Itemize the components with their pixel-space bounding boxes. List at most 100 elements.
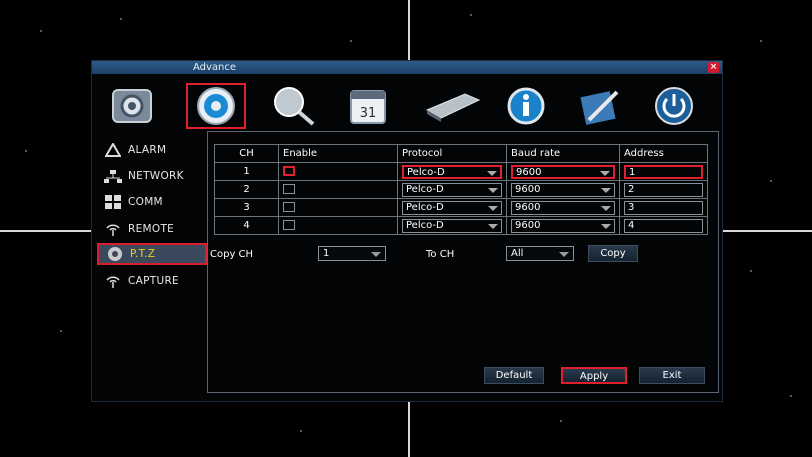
protocol-select[interactable]: Pelco-D xyxy=(402,182,502,197)
toolbar-schedule-button[interactable]: 31 xyxy=(338,83,398,129)
to-ch-select[interactable]: All xyxy=(506,246,574,261)
channel-number: 2 xyxy=(214,180,279,199)
chevron-down-icon xyxy=(487,170,497,176)
exit-button[interactable]: Exit xyxy=(639,367,705,384)
svg-text:31: 31 xyxy=(360,106,377,121)
ptz-channel-table: CH Enable Protocol Baud rate Address 1 P… xyxy=(214,144,708,235)
system-gear-icon xyxy=(112,89,152,123)
chevron-down-icon xyxy=(600,170,610,176)
baud-rate-value: 9600 xyxy=(515,219,541,231)
sidebar-item-label: ALARM xyxy=(128,144,167,156)
search-magnifier-icon xyxy=(274,87,315,126)
protocol-select[interactable]: Pelco-D xyxy=(402,164,502,179)
chevron-down-icon xyxy=(488,205,498,211)
table-header-row: CH Enable Protocol Baud rate Address xyxy=(214,144,708,163)
copy-ch-select[interactable]: 1 xyxy=(318,246,386,261)
baud-rate-value: 9600 xyxy=(516,166,542,178)
protocol-select[interactable]: Pelco-D xyxy=(402,200,502,215)
protocol-select[interactable]: Pelco-D xyxy=(402,218,502,233)
column-header-baud-rate: Baud rate xyxy=(506,144,620,163)
sidebar-item-capture[interactable]: CAPTURE xyxy=(97,270,207,292)
address-field[interactable]: 4 xyxy=(624,218,703,233)
address-field[interactable]: 2 xyxy=(624,182,703,197)
background-dot xyxy=(790,395,792,397)
power-icon xyxy=(655,87,693,125)
channel-number: 3 xyxy=(214,198,279,217)
baud-rate-select[interactable]: 9600 xyxy=(511,200,615,215)
chevron-down-icon xyxy=(488,187,498,193)
column-header-ch: CH xyxy=(214,144,279,163)
toolbar-tools-button[interactable] xyxy=(570,83,630,129)
sidebar-item-label: REMOTE xyxy=(128,223,175,235)
ptz-settings-panel: CH Enable Protocol Baud rate Address 1 P… xyxy=(207,131,719,393)
channel-number: 1 xyxy=(214,162,279,181)
toolbar-settings-button[interactable] xyxy=(186,83,246,129)
alarm-icon xyxy=(103,142,123,158)
baud-rate-select[interactable]: 9600 xyxy=(511,182,615,197)
apply-button[interactable]: Apply xyxy=(561,367,627,384)
default-button[interactable]: Default xyxy=(484,367,544,384)
column-header-protocol: Protocol xyxy=(397,144,507,163)
background-dot xyxy=(60,330,62,332)
toolbar-storage-button[interactable] xyxy=(422,83,482,129)
protocol-value: Pelco-D xyxy=(406,219,444,231)
toolbar-system-button[interactable] xyxy=(102,83,162,129)
toolbar-info-button[interactable] xyxy=(496,83,556,129)
sidebar-item-network[interactable]: NETWORK xyxy=(97,165,207,187)
table-row: 4 Pelco-D 9600 4 xyxy=(214,216,708,235)
baud-rate-value: 9600 xyxy=(515,201,541,213)
background-dot xyxy=(350,40,352,42)
column-header-enable: Enable xyxy=(278,144,398,163)
enable-checkbox[interactable] xyxy=(283,220,295,230)
baud-rate-select[interactable]: 9600 xyxy=(511,164,615,179)
background-dot xyxy=(120,18,122,20)
table-row: 2 Pelco-D 9600 2 xyxy=(214,180,708,199)
background-dot xyxy=(750,270,752,272)
copy-ch-label: Copy CH xyxy=(210,249,254,260)
protocol-value: Pelco-D xyxy=(406,183,444,195)
sidebar-item-remote[interactable]: REMOTE xyxy=(97,218,207,240)
to-ch-label: To CH xyxy=(426,249,455,260)
sidebar-item-label: COMM xyxy=(128,196,163,208)
title-bar[interactable]: Advance × xyxy=(92,61,722,74)
enable-checkbox[interactable] xyxy=(283,202,295,212)
chevron-down-icon xyxy=(371,252,381,257)
remote-icon xyxy=(103,221,123,237)
tools-icon xyxy=(580,90,619,125)
enable-checkbox[interactable] xyxy=(283,166,295,176)
close-button[interactable]: × xyxy=(708,62,719,73)
table-row: 1 Pelco-D 9600 1 xyxy=(214,162,708,181)
sidebar-item-ptz[interactable]: P.T.Z xyxy=(97,243,207,265)
sidebar-item-label: P.T.Z xyxy=(130,248,156,260)
sidebar-item-label: CAPTURE xyxy=(128,275,179,287)
sidebar-item-comm[interactable]: COMM xyxy=(97,191,207,213)
background-dot xyxy=(300,430,302,432)
background-dot xyxy=(560,420,562,422)
copy-ch-value: 1 xyxy=(323,248,330,259)
channel-number: 4 xyxy=(214,216,279,235)
sidebar-item-alarm[interactable]: ALARM xyxy=(97,139,207,161)
address-field[interactable]: 3 xyxy=(624,200,703,215)
chevron-down-icon xyxy=(601,187,611,193)
toolbar-power-button[interactable] xyxy=(644,83,704,129)
calendar-icon: 31 xyxy=(350,90,386,124)
baud-rate-select[interactable]: 9600 xyxy=(511,218,615,233)
to-ch-value: All xyxy=(511,248,524,259)
background-dot xyxy=(760,40,762,42)
background-dot xyxy=(470,14,472,16)
chevron-down-icon xyxy=(601,223,611,229)
copy-button[interactable]: Copy xyxy=(588,245,638,262)
protocol-value: Pelco-D xyxy=(406,201,444,213)
chevron-down-icon xyxy=(488,223,498,229)
address-field[interactable]: 1 xyxy=(624,164,703,179)
network-icon xyxy=(103,168,123,184)
settings-gear-icon xyxy=(197,87,235,125)
background-dot xyxy=(770,180,772,182)
ptz-camera-icon xyxy=(105,246,125,262)
info-icon xyxy=(507,87,545,125)
comm-icon xyxy=(103,194,123,210)
hard-disk-icon xyxy=(425,93,481,122)
toolbar-search-button[interactable] xyxy=(264,83,324,129)
enable-checkbox[interactable] xyxy=(283,184,295,194)
background-dot xyxy=(40,30,42,32)
